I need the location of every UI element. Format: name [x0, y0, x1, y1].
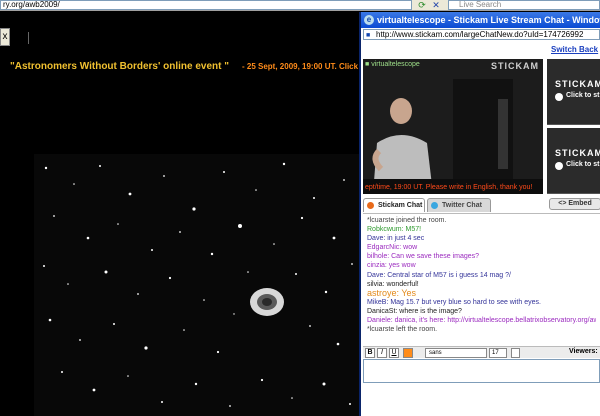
tab-twitter-chat-label: Twitter Chat	[442, 202, 482, 209]
chat-popup-window: e virtualtelescope - Stickam Live Stream…	[359, 12, 600, 416]
side-panel-brand: STICKAM	[555, 148, 600, 158]
chat-message: bilhole: Can we save these images?	[367, 253, 480, 261]
tab-stickam-chat[interactable]: Stickam Chat	[363, 198, 425, 212]
chat-tabs: Stickam Chat Twitter Chat <> Embed	[363, 198, 600, 212]
chat-message: cinzia: yes wow	[367, 262, 416, 270]
chat-message: MikeB: Mag 15.7 but very blue so hard to…	[367, 298, 541, 306]
video-caption: ept/time, 19:00 UT. Please write in Engl…	[365, 184, 533, 191]
chat-log[interactable]: *lcuarste joined the room. Robkcwum: M57!…	[363, 213, 600, 344]
chat-message: Robkcwum: M57!	[367, 226, 422, 234]
chat-message: Dave: Central star of M57 is i guess 14 …	[367, 271, 511, 279]
side-stream-panel-2[interactable]: STICKAM Click to st	[547, 128, 600, 194]
chat-message: Dave: in just 4 sec	[367, 235, 425, 243]
page-icon: ■	[366, 32, 371, 39]
broadcaster-name-text: virtualtelescope	[371, 61, 420, 68]
popup-title-bar[interactable]: e virtualtelescope - Stickam Live Stream…	[361, 12, 600, 28]
chat-message: Daniele: danica, it's here: http://virtu…	[367, 317, 596, 325]
chat-message: astroye: Yes	[367, 288, 417, 298]
live-video-stream[interactable]: ■ virtualtelescope STICKAM ept/time, 19:…	[363, 59, 543, 194]
screen: ry.org/awb2009/ ⟳ ✕ Live Search x "Astro…	[0, 0, 600, 416]
event-title: "Astronomers Without Borders' online eve…	[10, 61, 230, 72]
font-select[interactable]: sans	[425, 348, 487, 358]
side-panel-label: Click to st	[566, 92, 600, 99]
viewers-label: Viewers:	[569, 348, 598, 355]
stickam-logo: STICKAM	[491, 61, 539, 71]
popup-url-field[interactable]: ■ http://www.stickam.com/largeChatNew.do…	[363, 29, 600, 40]
underline-button[interactable]: U	[389, 348, 399, 358]
address-input[interactable]: ry.org/awb2009/	[0, 0, 412, 10]
ring-nebula-image	[34, 154, 360, 416]
italic-button[interactable]: I	[377, 348, 387, 358]
chat-message: *lcuarste joined the room.	[367, 217, 447, 224]
chat-message: *lcuarste left the room.	[367, 326, 438, 334]
stop-icon[interactable]: ✕	[430, 0, 442, 10]
toolbar-close-button[interactable]: x	[0, 28, 10, 46]
side-panel-label: Click to st	[566, 161, 600, 168]
browser-address-bar: ry.org/awb2009/ ⟳ ✕ Live Search	[0, 0, 600, 11]
chat-message: EdgarcNic: wow	[367, 244, 418, 252]
switch-back-link[interactable]: Switch Back	[551, 45, 598, 54]
font-size-select[interactable]: 17	[489, 348, 507, 358]
chat-message: silvia: wonderful!	[367, 280, 419, 288]
popup-bottom-area	[361, 384, 600, 416]
camera-icon	[555, 93, 563, 101]
format-checkbox[interactable]	[511, 348, 520, 358]
event-date[interactable]: - 25 Sept, 2009, 19:00 UT. Click o	[242, 62, 365, 71]
side-panel-brand: STICKAM	[555, 79, 600, 89]
twitter-icon	[431, 202, 438, 209]
star-field	[34, 154, 360, 416]
search-input[interactable]: Live Search	[448, 0, 600, 10]
format-toolbar: B I U sans 17 Viewers:	[363, 346, 600, 358]
chat-message-input[interactable]	[363, 359, 600, 383]
text-color-picker[interactable]	[403, 348, 413, 358]
tab-twitter-chat[interactable]: Twitter Chat	[427, 198, 491, 212]
popup-url: http://www.stickam.com/largeChatNew.do?u…	[376, 30, 584, 39]
tab-stickam-chat-label: Stickam Chat	[378, 202, 423, 209]
camera-icon	[555, 162, 563, 170]
broadcaster-name: ■ virtualtelescope	[365, 61, 420, 68]
refresh-icon[interactable]: ⟳	[416, 0, 428, 10]
chat-message: DanicaSt: where is the image?	[367, 307, 462, 315]
toolbar-separator	[28, 32, 29, 44]
bold-button[interactable]: B	[365, 348, 375, 358]
video-frame	[363, 59, 543, 194]
popup-title: virtualtelescope - Stickam Live Stream C…	[377, 15, 600, 25]
ie-icon: e	[364, 15, 374, 25]
side-stream-panel-1[interactable]: STICKAM Click to st	[547, 59, 600, 125]
stickam-icon	[367, 202, 374, 209]
embed-button[interactable]: <> Embed	[549, 198, 600, 210]
